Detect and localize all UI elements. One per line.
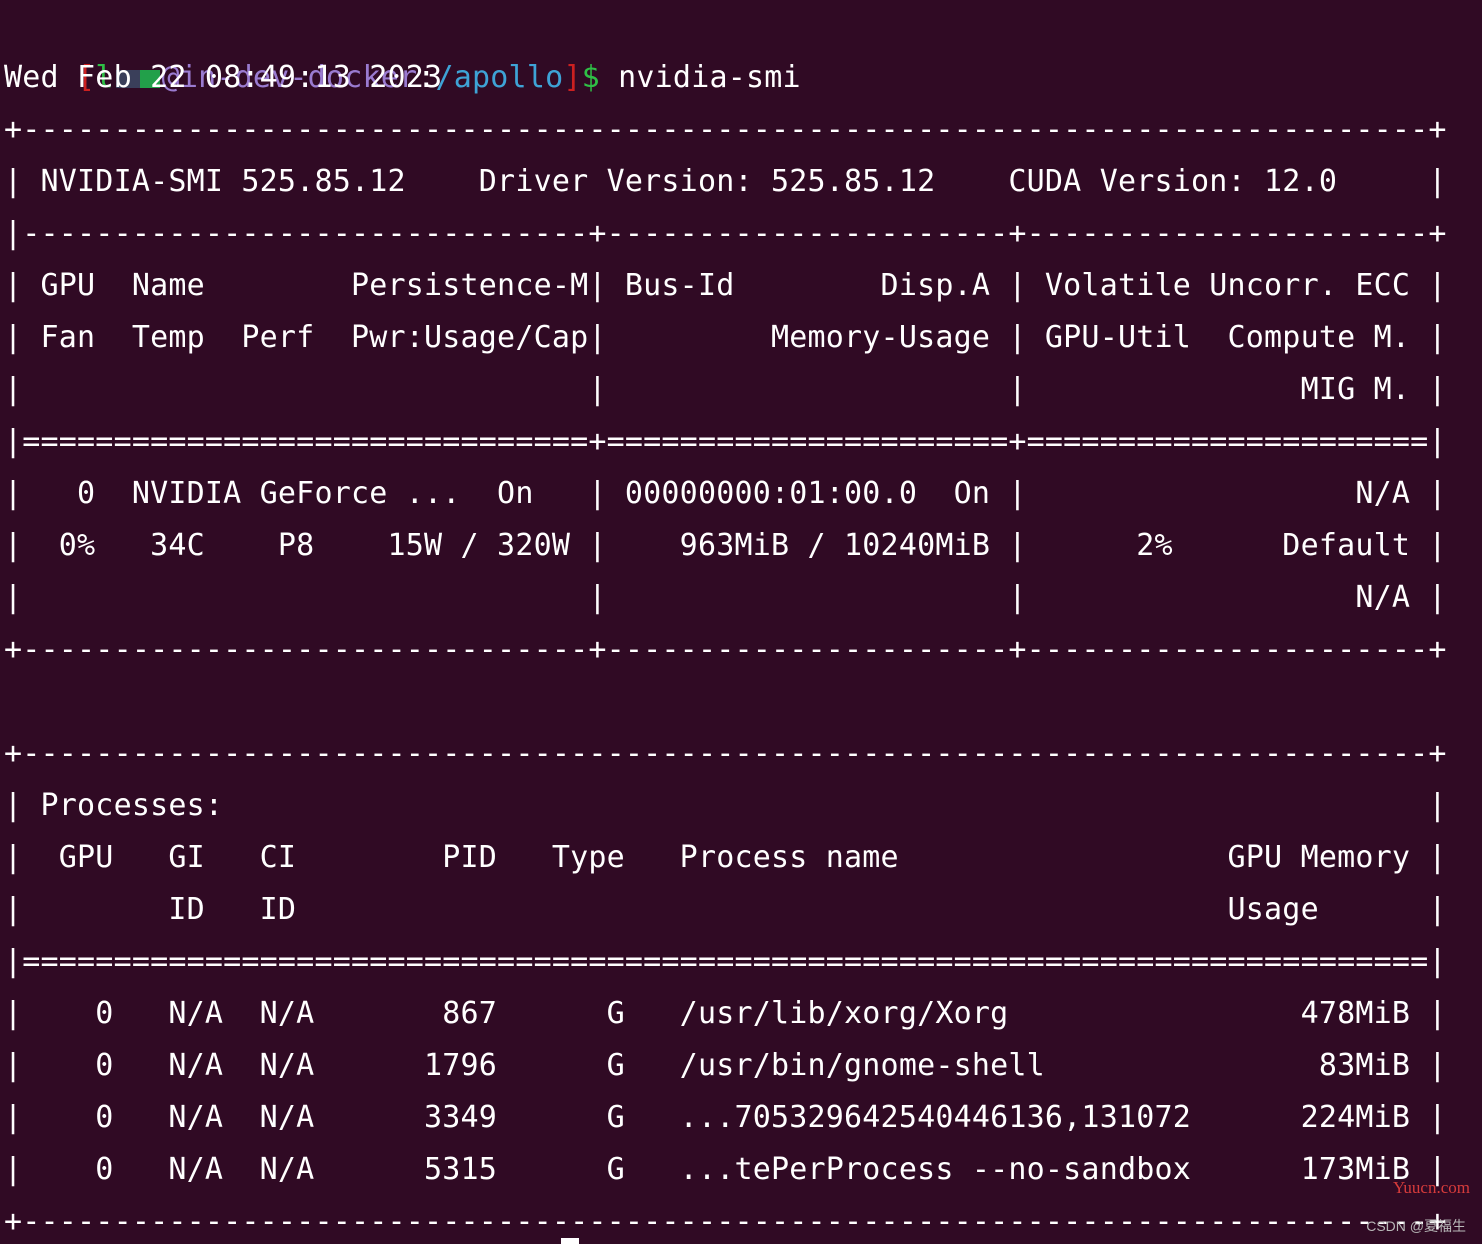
output-line: | ID ID Usage | [4,892,1447,927]
watermark: Yuucn.com [1393,1178,1470,1197]
output-line: | 0 N/A N/A 867 G /usr/lib/xorg/Xorg 478… [4,996,1447,1031]
output-line: |=======================================… [4,944,1447,979]
output-line: | 0 N/A N/A 1796 G /usr/bin/gnome-shell … [4,1048,1447,1083]
output-line: | 0 N/A N/A 5315 G ...tePerProcess --no-… [4,1152,1447,1187]
output-line: | 0 NVIDIA GeForce ... On | 00000000:01:… [4,476,1447,511]
output-line: | 0% 34C P8 15W / 320W | 963MiB / 10240M… [4,528,1447,563]
terminal-window[interactable]: [l @in-dev-docker:/apollo]$ nvidia-smi We… [4,0,1482,1244]
prompt-path: /apollo [435,60,564,95]
output-line: | Processes: | [4,788,1447,823]
output-line: | NVIDIA-SMI 525.85.12 Driver Version: 5… [4,164,1447,199]
output-line: +---------------------------------------… [4,1204,1447,1239]
output-line: | GPU Name Persistence-M| Bus-Id Disp.A … [4,268,1447,303]
output-line: |===============================+=======… [4,424,1447,459]
csdn-credit: CSDN @夏福生 [1366,1218,1466,1234]
terminal-cursor [561,1238,579,1244]
prompt-line: [l @in-dev-docker:/apollo]$ nvidia-smi [4,0,801,95]
output-line: |-------------------------------+-------… [4,216,1447,251]
output-line: +---------------------------------------… [4,736,1447,771]
output-line: | Fan Temp Perf Pwr:Usage/Cap| Memory-Us… [4,320,1447,355]
output-line: +---------------------------------------… [4,112,1447,147]
prompt-dollar: $ [581,60,600,95]
output-line: | 0 N/A N/A 3349 G ...705329642540446136… [4,1100,1447,1135]
output-line: | GPU GI CI PID Type Process name GPU Me… [4,840,1447,875]
prompt-command: nvidia-smi [599,60,801,95]
output-line: +-------------------------------+-------… [4,632,1447,667]
output-line: Wed Feb 22 08:49:13 2023 [4,60,443,95]
prompt-bracket-close: ] [563,60,582,95]
output-line: | | | N/A | [4,580,1447,615]
output-line: | | | MIG M. | [4,372,1447,407]
